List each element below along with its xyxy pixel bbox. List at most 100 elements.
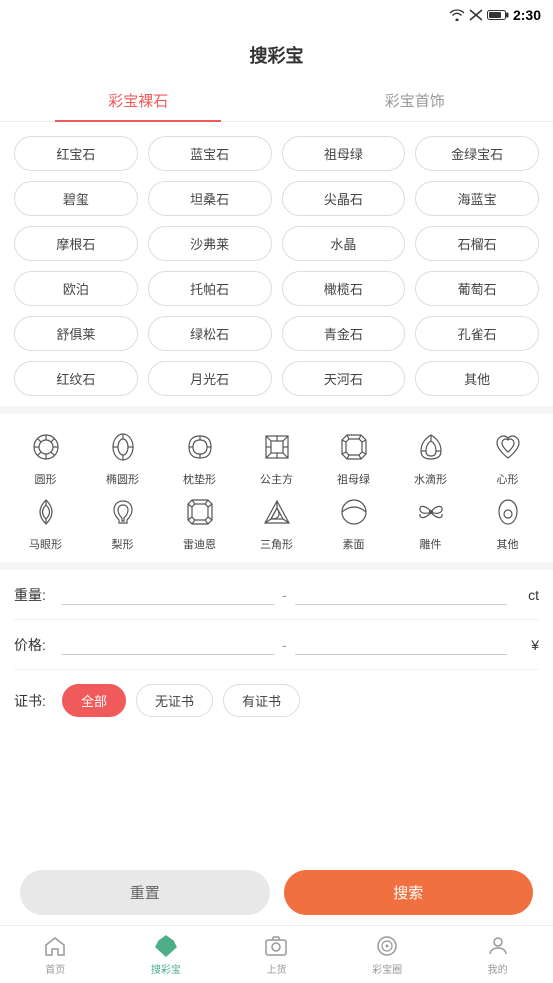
emerald-cut-icon — [335, 428, 373, 466]
gem-tag[interactable]: 月光石 — [148, 361, 272, 396]
shape-other[interactable]: 其他 — [472, 493, 543, 552]
shape-label: 水滴形 — [414, 471, 447, 487]
section-divider — [0, 406, 553, 414]
section-divider-2 — [0, 562, 553, 570]
shape-oval[interactable]: 椭圆形 — [87, 428, 158, 487]
shape-carving[interactable]: 雕件 — [395, 493, 466, 552]
oval-icon — [104, 428, 142, 466]
shape-label: 梨形 — [112, 536, 134, 552]
gem-tag[interactable]: 石榴石 — [415, 226, 539, 261]
nav-profile-label: 我的 — [488, 961, 508, 976]
cert-none-btn[interactable]: 无证书 — [136, 684, 213, 717]
nav-home-label: 首页 — [45, 961, 65, 976]
price-max-input[interactable] — [295, 634, 507, 655]
main-content: 红宝石 蓝宝石 祖母绿 金绿宝石 碧玺 坦桑石 尖晶石 海蓝宝 摩根石 沙弗莱 … — [0, 122, 553, 916]
gem-tag[interactable]: 红纹石 — [14, 361, 138, 396]
shape-label: 雕件 — [420, 536, 442, 552]
nav-profile[interactable]: 我的 — [442, 926, 553, 983]
camera-icon — [264, 934, 288, 958]
gem-tag[interactable]: 红宝石 — [14, 136, 138, 171]
shape-label: 马眼形 — [29, 536, 62, 552]
bottom-actions: 重置 搜索 — [0, 860, 553, 925]
gem-tag[interactable]: 橄榄石 — [282, 271, 406, 306]
shape-label: 素面 — [343, 536, 365, 552]
cert-has-btn[interactable]: 有证书 — [223, 684, 300, 717]
shape-pear2[interactable]: 梨形 — [87, 493, 158, 552]
shape-radiant[interactable]: 雷迪恩 — [164, 493, 235, 552]
nav-home[interactable]: 首页 — [0, 926, 111, 983]
price-min-input[interactable] — [62, 634, 274, 655]
princess-icon — [258, 428, 296, 466]
pear-icon — [412, 428, 450, 466]
shape-label: 枕垫形 — [183, 471, 216, 487]
shape-pear[interactable]: 水滴形 — [395, 428, 466, 487]
shape-marquise[interactable]: 马眼形 — [10, 493, 81, 552]
tab-loose-gems[interactable]: 彩宝裸石 — [0, 80, 277, 121]
cert-all-btn[interactable]: 全部 — [62, 684, 126, 717]
weight-filter-row: 重量: - ct — [14, 570, 539, 620]
weight-min-input[interactable] — [62, 584, 274, 605]
gem-tag[interactable]: 蓝宝石 — [148, 136, 272, 171]
search-gem-icon — [154, 934, 178, 958]
nav-circle-label: 彩宝圈 — [372, 961, 402, 976]
tab-bar: 彩宝裸石 彩宝首饰 — [0, 80, 553, 122]
nav-search-gem[interactable]: 搜彩宝 — [111, 926, 222, 983]
shape-label: 三角形 — [260, 536, 293, 552]
gem-tag[interactable]: 水晶 — [282, 226, 406, 261]
gem-tag[interactable]: 绿松石 — [148, 316, 272, 351]
shape-label: 雷迪恩 — [183, 536, 216, 552]
gem-tag[interactable]: 坦桑石 — [148, 181, 272, 216]
gem-tag[interactable]: 青金石 — [282, 316, 406, 351]
shape-heart[interactable]: 心形 — [472, 428, 543, 487]
tab-jewelry[interactable]: 彩宝首饰 — [277, 80, 553, 121]
gem-tag[interactable]: 沙弗莱 — [148, 226, 272, 261]
certificate-row: 证书: 全部 无证书 有证书 — [14, 670, 539, 731]
gem-tag[interactable]: 托帕石 — [148, 271, 272, 306]
gem-tag[interactable]: 金绿宝石 — [415, 136, 539, 171]
search-button[interactable]: 搜索 — [284, 870, 534, 915]
gem-tag[interactable]: 祖母绿 — [282, 136, 406, 171]
shape-label: 其他 — [497, 536, 519, 552]
nav-circle[interactable]: 彩宝圈 — [332, 926, 443, 983]
gem-tag[interactable]: 其他 — [415, 361, 539, 396]
price-label: 价格: — [14, 635, 62, 655]
shape-cabochon[interactable]: 素面 — [318, 493, 389, 552]
shape-circle[interactable]: 圆形 — [10, 428, 81, 487]
shape-triangle[interactable]: 三角形 — [241, 493, 312, 552]
status-time: 2:30 — [513, 7, 541, 23]
shape-label: 圆形 — [35, 471, 57, 487]
gem-tag[interactable]: 海蓝宝 — [415, 181, 539, 216]
user-icon — [486, 934, 510, 958]
status-icons: 2:30 — [449, 7, 541, 23]
price-unit: ¥ — [515, 637, 539, 653]
weight-dash: - — [282, 587, 287, 603]
circle-icon — [27, 428, 65, 466]
gem-tag[interactable]: 摩根石 — [14, 226, 138, 261]
bottom-nav: 首页 搜彩宝 上货 彩宝圈 我的 — [0, 925, 553, 983]
cabochon-icon — [335, 493, 373, 531]
heart-icon — [489, 428, 527, 466]
shape-cushion[interactable]: 枕垫形 — [164, 428, 235, 487]
shape-emerald-cut[interactable]: 祖母绿 — [318, 428, 389, 487]
filter-section: 重量: - ct 价格: - ¥ 证书: 全部 无证书 有 — [0, 570, 553, 731]
gem-tag[interactable]: 尖晶石 — [282, 181, 406, 216]
gem-tag[interactable]: 欧泊 — [14, 271, 138, 306]
nav-upload[interactable]: 上货 — [221, 926, 332, 983]
home-icon — [43, 934, 67, 958]
gem-tag[interactable]: 舒俱莱 — [14, 316, 138, 351]
gem-tag[interactable]: 碧玺 — [14, 181, 138, 216]
reset-button[interactable]: 重置 — [20, 870, 270, 915]
page-title: 搜彩宝 — [0, 42, 553, 80]
gem-tag[interactable]: 葡萄石 — [415, 271, 539, 306]
price-input-group: - ¥ — [62, 634, 539, 655]
nav-upload-label: 上货 — [266, 961, 286, 976]
signal-icon — [469, 9, 483, 21]
gem-tag[interactable]: 孔雀石 — [415, 316, 539, 351]
weight-max-input[interactable] — [295, 584, 507, 605]
carving-icon — [412, 493, 450, 531]
gem-tag[interactable]: 天河石 — [282, 361, 406, 396]
shape-label: 祖母绿 — [337, 471, 370, 487]
shape-princess[interactable]: 公主方 — [241, 428, 312, 487]
shape-label: 心形 — [497, 471, 519, 487]
wifi-icon — [449, 9, 465, 21]
